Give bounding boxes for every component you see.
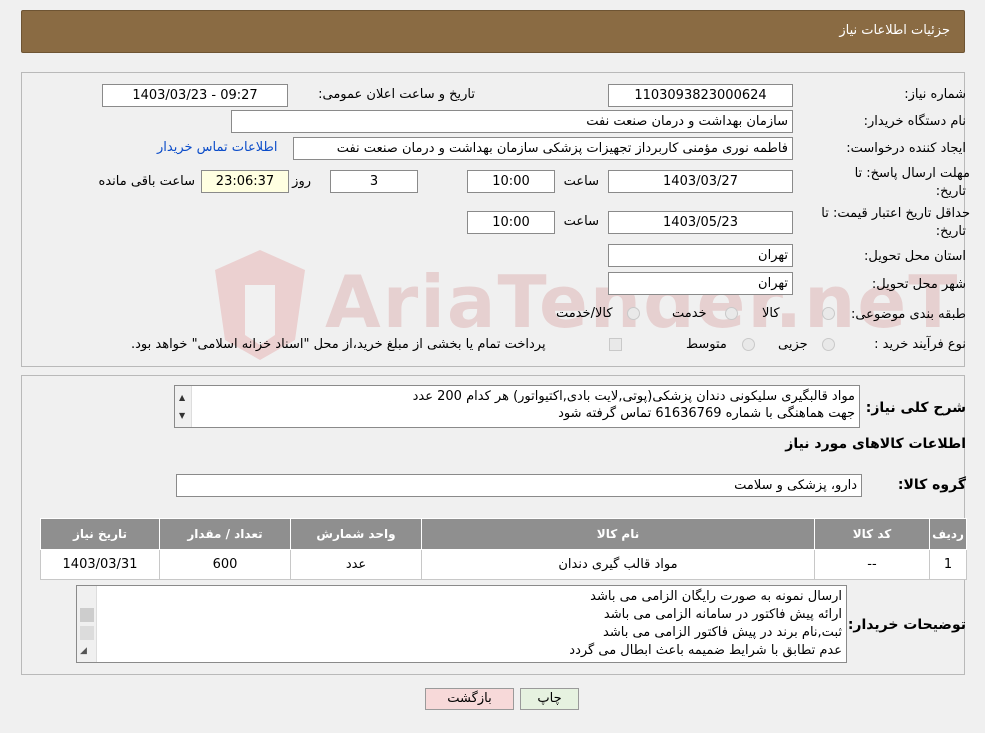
- page-title: جزئیات اطلاعات نیاز: [839, 23, 950, 38]
- back-button[interactable]: بازگشت: [425, 688, 514, 710]
- item-unit: عدد: [290, 549, 422, 580]
- print-button[interactable]: چاپ: [520, 688, 579, 710]
- category-radio-goods[interactable]: [822, 307, 835, 320]
- contact-info-link[interactable]: اطلاعات تماس خریدار: [157, 140, 277, 155]
- province-field: تهران: [608, 244, 793, 267]
- buyer-notes-label: توضیحات خریدار:: [847, 617, 966, 633]
- validity-time-field: 10:00: [467, 211, 555, 234]
- creator-field: فاطمه نوری مؤمنی کاربرداز تجهیزات پزشکی …: [293, 137, 793, 160]
- remaining-label: ساعت باقی مانده: [98, 174, 195, 189]
- buyer-org-label: نام دستگاه خریدار:: [863, 114, 966, 129]
- days-field: 3: [330, 170, 418, 193]
- table-header-row: ردیف کد کالا نام کالا واحد شمارش تعداد /…: [40, 518, 967, 550]
- summary-scrollbar[interactable]: ▲ ▼: [175, 386, 192, 427]
- summary-line: جهت هماهنگی با شماره 61636769 تماس گرفته…: [558, 406, 855, 421]
- buyer-notes-textarea[interactable]: ◢ ارسال نمونه به صورت رایگان الزامی می ب…: [76, 585, 847, 663]
- summary-textarea[interactable]: ▲ ▼ مواد قالبگیری سلیکونی دندان پزشکی(پو…: [174, 385, 860, 428]
- buyer-note-line: عدم تطابق با شرایط ضمیمه باعث ابطال می گ…: [569, 643, 842, 658]
- buyer-note-line: ارائه پیش فاکتور در سامانه الزامی می باش…: [603, 607, 842, 622]
- city-label: شهر محل تحویل:: [871, 277, 966, 292]
- category-option-service: خدمت: [672, 306, 707, 321]
- process-label: نوع فرآیند خرید :: [874, 337, 966, 352]
- category-radio-service[interactable]: [725, 307, 738, 320]
- buyer-note-line: ثبت,نام برند در پیش فاکتور الزامی می باش…: [603, 625, 842, 640]
- table-row: 1 -- مواد قالب گیری دندان عدد 600 1403/0…: [40, 549, 967, 580]
- deadline-label: مهلت ارسال پاسخ: تا: [854, 166, 970, 181]
- buyer-note-line: ارسال نمونه به صورت رایگان الزامی می باش…: [590, 589, 842, 604]
- goods-group-label: گروه کالا:: [897, 477, 966, 493]
- announce-label: تاریخ و ساعت اعلان عمومی:: [318, 87, 475, 102]
- item-name: مواد قالب گیری دندان: [421, 549, 815, 580]
- deadline-time-label: ساعت: [563, 174, 599, 189]
- treasury-checkbox[interactable]: [609, 338, 622, 351]
- process-option-minor: جزیی: [778, 337, 808, 352]
- category-option-goods-service: کالا/خدمت: [556, 306, 613, 321]
- goods-group-field: دارو، پزشکی و سلامت: [176, 474, 862, 497]
- column-header: ردیف: [929, 518, 967, 550]
- creator-label: ایجاد کننده درخواست:: [846, 141, 966, 156]
- announce-field: 1403/03/23 - 09:27: [102, 84, 288, 107]
- item-code: --: [814, 549, 930, 580]
- deadline-time-field: 10:00: [467, 170, 555, 193]
- process-option-medium: متوسط: [686, 337, 727, 352]
- item-quantity: 600: [159, 549, 291, 580]
- validity-time-label: ساعت: [563, 214, 599, 229]
- need-number-label: شماره نیاز:: [904, 87, 966, 102]
- buyer-org-field: سازمان بهداشت و درمان صنعت نفت: [231, 110, 793, 133]
- summary-line: مواد قالبگیری سلیکونی دندان پزشکی(پوتی,ل…: [412, 389, 855, 404]
- province-label: استان محل تحویل:: [864, 249, 966, 264]
- item-need-date: 1403/03/31: [40, 549, 160, 580]
- summary-label: شرح کلی نیاز:: [865, 400, 966, 416]
- scroll-down-icon[interactable]: ▼: [179, 407, 185, 424]
- column-header: نام کالا: [421, 518, 815, 550]
- buyer-notes-scrollbar[interactable]: ◢: [77, 586, 97, 662]
- column-header: تاریخ نیاز: [40, 518, 160, 550]
- category-option-goods: کالا: [762, 306, 780, 321]
- validity-date-field: 1403/05/23: [608, 211, 793, 234]
- column-header: تعداد / مقدار: [159, 518, 291, 550]
- column-header: واحد شمارش: [290, 518, 422, 550]
- deadline-label-date: تاریخ:: [935, 184, 966, 199]
- remaining-time-field: 23:06:37: [201, 170, 289, 193]
- goods-table: ردیف کد کالا نام کالا واحد شمارش تعداد /…: [40, 518, 967, 580]
- payment-note: پرداخت تمام یا بخشی از مبلغ خرید،از محل …: [131, 337, 546, 352]
- process-radio-minor[interactable]: [822, 338, 835, 351]
- deadline-date-field: 1403/03/27: [608, 170, 793, 193]
- need-number-field: 1103093823000624: [608, 84, 793, 107]
- category-radio-goods-service[interactable]: [627, 307, 640, 320]
- page-header: جزئیات اطلاعات نیاز: [21, 10, 965, 53]
- city-field: تهران: [608, 272, 793, 295]
- process-radio-medium[interactable]: [742, 338, 755, 351]
- validity-label-date: تاریخ:: [935, 224, 966, 239]
- scroll-up-icon[interactable]: ▲: [179, 389, 185, 406]
- resize-grip-icon[interactable]: ◢: [80, 642, 87, 660]
- goods-section-title: اطلاعات کالاهای مورد نیاز: [785, 436, 966, 452]
- scroll-thumb[interactable]: [80, 608, 94, 622]
- column-header: کد کالا: [814, 518, 930, 550]
- row-index: 1: [929, 549, 967, 580]
- category-label: طبقه بندی موضوعی:: [850, 307, 966, 322]
- validity-label: حداقل تاریخ اعتبار قیمت: تا: [821, 206, 970, 221]
- scroll-track[interactable]: [80, 626, 94, 640]
